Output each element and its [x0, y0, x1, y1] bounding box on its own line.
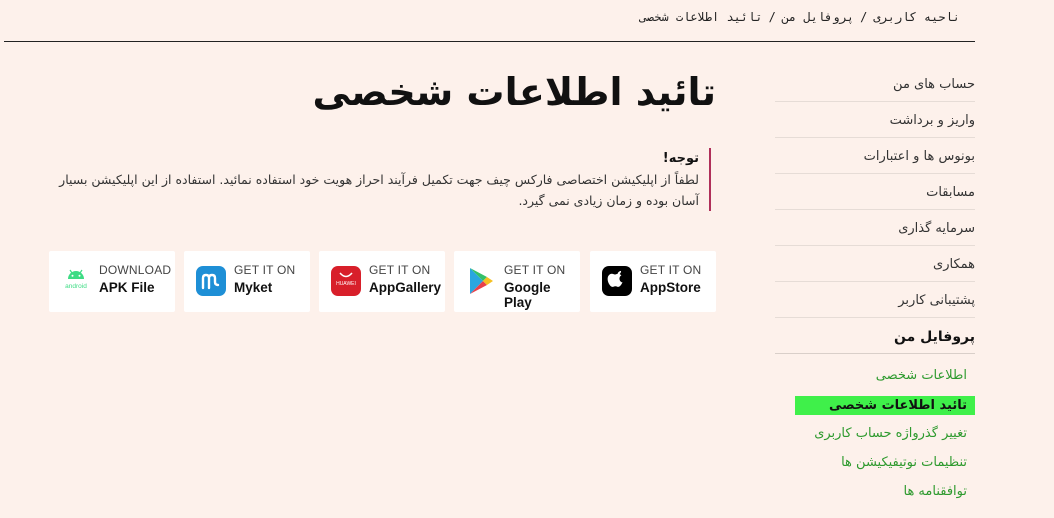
appgallery-button[interactable]: HUAWEI GET IT ON AppGallery: [319, 251, 445, 312]
apk-download-button[interactable]: android DOWNLOAD APK File: [49, 251, 175, 312]
breadcrumb-item-current: تائید اطلاعات شخصی: [639, 10, 763, 24]
breadcrumb-separator: /: [768, 10, 776, 24]
sidebar-item-my-profile[interactable]: پروفایل من: [775, 318, 975, 354]
appgallery-small-label: GET IT ON: [369, 263, 431, 277]
apple-icon: [602, 266, 632, 296]
notice-body: لطفاً از اپلیکیشن اختصاصی فارکس چیف جهت …: [59, 172, 699, 208]
google-play-button[interactable]: GET IT ON Google Play: [454, 251, 580, 312]
header-divider: [4, 41, 975, 42]
appstore-button[interactable]: GET IT ON AppStore: [590, 251, 716, 312]
appstore-small-label: GET IT ON: [640, 263, 702, 277]
submenu-item-agreements[interactable]: توافقنامه ها: [795, 480, 975, 509]
svg-text:HUAWEI: HUAWEI: [336, 281, 356, 287]
myket-icon: [196, 266, 226, 296]
submenu-item-change-password[interactable]: تغییر گذرواژه حساب کاربری: [795, 422, 975, 451]
sidebar-item-investment[interactable]: سرمایه گذاری: [775, 210, 975, 246]
notice-title: توجه!: [662, 151, 699, 166]
submenu-item-verify-personal-info[interactable]: تائید اطلاعات شخصی: [795, 396, 975, 415]
breadcrumb-separator: /: [860, 10, 868, 24]
breadcrumb-item-user-area[interactable]: ناحیه کاربری: [873, 10, 960, 24]
sidebar-item-partnership[interactable]: همکاری: [775, 246, 975, 282]
profile-submenu: اطلاعات شخصی تائید اطلاعات شخصی تغییر گذ…: [795, 364, 975, 509]
huawei-appgallery-icon: HUAWEI: [331, 266, 361, 296]
notice-box: توجه! لطفاً از اپلیکیشن اختصاصی فارکس چی…: [34, 148, 711, 211]
sidebar-item-contests[interactable]: مسابقات: [775, 174, 975, 210]
apk-label: APK File: [99, 280, 155, 295]
android-icon: android: [61, 266, 91, 296]
myket-small-label: GET IT ON: [234, 263, 296, 277]
sidebar-item-bonuses[interactable]: بونوس ها و اعتبارات: [775, 138, 975, 174]
myket-button[interactable]: GET IT ON Myket: [184, 251, 310, 312]
apk-small-label: DOWNLOAD: [99, 263, 172, 277]
google-play-icon: [466, 266, 496, 296]
submenu-item-personal-info[interactable]: اطلاعات شخصی: [795, 364, 975, 393]
appstore-label: AppStore: [640, 280, 701, 295]
sidebar-item-my-accounts[interactable]: حساب های من: [775, 66, 975, 102]
google-play-label: Google Play: [504, 280, 551, 310]
breadcrumb-item-profile[interactable]: پروفایل من: [782, 10, 854, 24]
app-store-buttons: GET IT ON AppStore GET IT ON Google Play…: [49, 251, 716, 312]
svg-text:android: android: [65, 283, 87, 290]
google-play-small-label: GET IT ON: [504, 263, 566, 277]
sidebar-item-support[interactable]: پشتیبانی کاربر: [775, 282, 975, 318]
submenu-item-notification-settings[interactable]: تنظیمات نوتیفیکیشن ها: [795, 451, 975, 480]
page-title: تائید اطلاعات شخصی: [312, 70, 716, 114]
myket-label: Myket: [234, 280, 273, 295]
sidebar: حساب های من واریز و برداشت بونوس ها و اع…: [775, 66, 975, 354]
breadcrumb: ناحیه کاربری / پروفایل من / تائید اطلاعات شخ…: [640, 10, 960, 24]
appgallery-label: AppGallery: [369, 280, 442, 295]
sidebar-item-deposit-withdraw[interactable]: واریز و برداشت: [775, 102, 975, 138]
